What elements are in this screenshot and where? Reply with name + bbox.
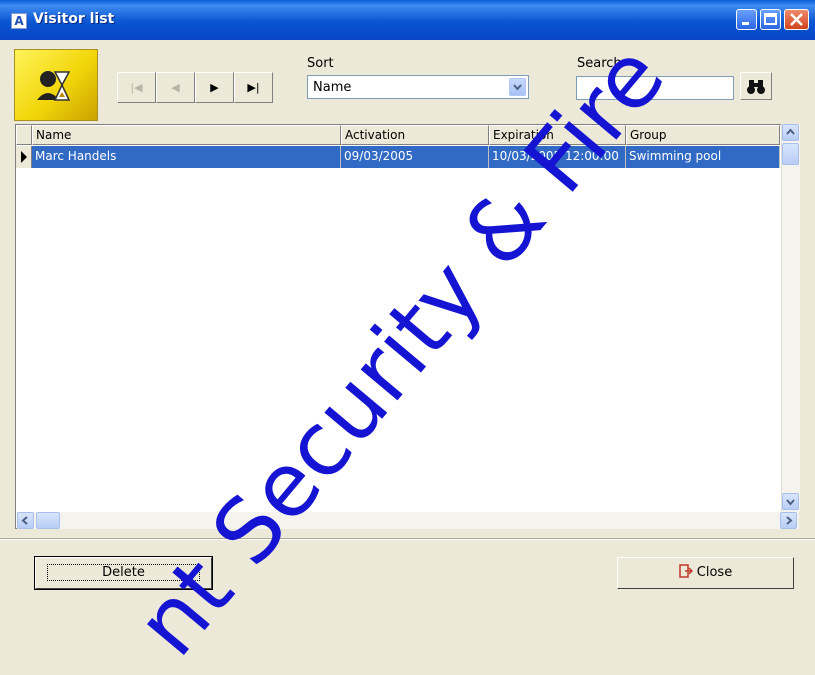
maximize-icon [764,13,777,25]
cell-expiration: 10/03/2005 12:00:00 [489,146,626,168]
close-icon [790,13,803,26]
delete-button[interactable]: Delete [34,556,213,590]
exit-icon [679,564,693,578]
sort-label: Sort [307,56,334,71]
chevron-up-icon [786,128,795,135]
vertical-scroll-thumb[interactable] [782,143,799,165]
chevron-down-icon [786,499,795,506]
close-window-button[interactable] [784,9,809,30]
close-label: Close [696,565,733,580]
table-row[interactable]: Marc Handels 09/03/2005 10/03/2005 12:00… [16,146,780,168]
next-record-button[interactable]: ▶ [195,72,234,103]
divider [0,538,815,540]
window-title: Visitor list [33,11,115,27]
column-header-group[interactable]: Group [626,125,780,145]
column-header-name[interactable]: Name [32,125,341,145]
record-navigator: |◀ ◀ ▶ ▶| [117,72,274,103]
title-bar[interactable]: A Visitor list [0,0,815,40]
vertical-scrollbar[interactable] [781,124,800,512]
binoculars-icon [747,80,765,94]
app-icon: A [11,13,27,29]
first-icon: |◀ [130,81,143,94]
grid-header: Name Activation Expiration Group [16,125,780,145]
last-icon: ▶| [247,81,260,94]
search-input[interactable] [576,76,734,100]
chevron-right-icon [786,516,793,525]
chevron-left-icon [21,516,28,525]
last-record-button[interactable]: ▶| [234,72,273,103]
column-header-expiration[interactable]: Expiration [489,125,626,145]
search-button[interactable] [740,72,772,100]
visitor-grid[interactable]: Name Activation Expiration Group Marc Ha… [15,124,797,529]
chevron-down-icon[interactable] [509,78,526,96]
previous-record-button[interactable]: ◀ [156,72,195,103]
horizontal-scroll-thumb[interactable] [36,512,60,529]
scroll-left-button[interactable] [17,512,34,529]
minimize-button[interactable] [736,9,757,30]
scroll-up-button[interactable] [782,124,799,141]
scroll-down-button[interactable] [782,493,799,510]
close-button[interactable]: Close [617,557,794,589]
cell-name: Marc Handels [32,146,341,168]
previous-icon: ◀ [171,81,180,94]
sort-select[interactable]: Name [307,75,529,99]
cell-group: Swimming pool [626,146,780,168]
minimize-icon [742,22,749,25]
visitor-logo-icon [14,49,98,121]
search-label: Search [577,56,622,71]
row-indicator-icon [16,146,32,168]
horizontal-scrollbar[interactable] [17,512,799,529]
delete-label: Delete [47,564,200,581]
next-icon: ▶ [210,81,219,94]
sort-selected-value: Name [313,80,352,95]
maximize-button[interactable] [760,9,781,30]
column-header-activation[interactable]: Activation [341,125,489,145]
first-record-button[interactable]: |◀ [117,72,156,103]
indicator-header [16,125,32,145]
scroll-right-button[interactable] [780,512,797,529]
cell-activation: 09/03/2005 [341,146,489,168]
